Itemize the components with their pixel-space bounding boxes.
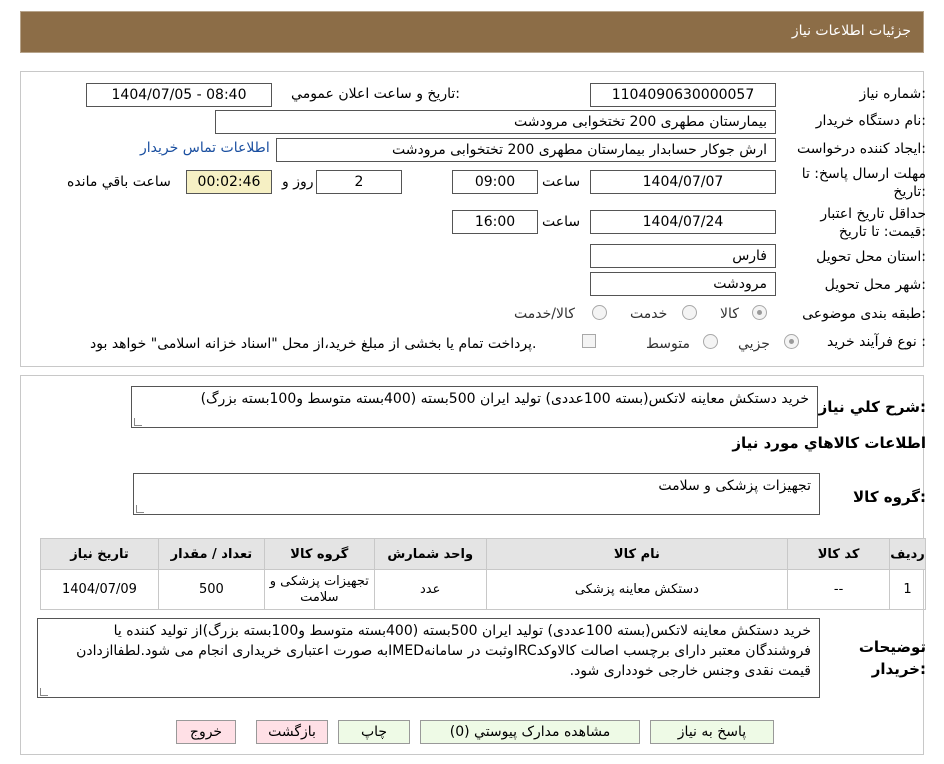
- buyer-notes-text: خريد دستکش معاينه لاتکس(بسته 100عددی) تو…: [76, 623, 811, 679]
- category-radio-goods-service[interactable]: [592, 305, 607, 320]
- need-summary-text: خريد دستکش معاينه لاتکس(بسته 100عددی) تو…: [200, 391, 809, 407]
- attachments-button[interactable]: مشاهده مدارک پيوستي (0): [420, 720, 640, 744]
- page-title: جزئيات اطلاعات نياز: [791, 23, 911, 39]
- buyer-org-field: بيمارستان مطهری 200 تختخوابی مرودشت: [215, 110, 776, 134]
- buyer-notes-label: توضيحات خريدار:: [858, 638, 926, 678]
- treasury-checkbox[interactable]: [582, 334, 596, 348]
- payment-note: پرداخت تمام يا بخشی از مبلغ خريد،از محل …: [90, 336, 537, 352]
- announce-datetime-label: تاريخ و ساعت اعلان عمومي:: [291, 86, 460, 102]
- exit-button[interactable]: خروج: [176, 720, 236, 744]
- process-radio-medium[interactable]: [703, 334, 718, 349]
- cell-group: تجهيزات پزشکی و سلامت: [263, 569, 375, 610]
- need-number-label: شماره نياز:: [859, 86, 926, 102]
- process-radio-minor[interactable]: [784, 334, 799, 349]
- print-button[interactable]: چاپ: [338, 720, 410, 744]
- reply-button[interactable]: پاسخ به نياز: [650, 720, 774, 744]
- city-field: مرودشت: [590, 272, 776, 296]
- remaining-label: ساعت باقي مانده: [67, 174, 171, 190]
- process-option-minor: جزيي: [738, 336, 770, 352]
- validity-time-field: 16:00: [452, 210, 538, 234]
- city-label: شهر محل تحويل:: [824, 277, 926, 293]
- category-option-goods: کالا: [720, 306, 739, 322]
- days-field: 2: [316, 170, 402, 194]
- col-date: تاريخ نياز: [40, 538, 159, 570]
- category-radio-service[interactable]: [682, 305, 697, 320]
- category-option-goods-service: کالا/خدمت: [514, 306, 575, 322]
- page-header: جزئيات اطلاعات نياز: [20, 11, 924, 53]
- cell-quantity: 500: [157, 569, 265, 610]
- cell-date: 1404/07/09: [40, 569, 159, 610]
- col-unit: واحد شمارش: [373, 538, 487, 570]
- cell-name: دستکش معاينه پزشکی: [485, 569, 789, 610]
- col-code: کد کالا: [787, 538, 891, 570]
- col-row: رديف: [889, 538, 926, 570]
- remaining-time-field: 00:02:46: [186, 170, 272, 194]
- resize-handle-icon[interactable]: [134, 418, 142, 426]
- table-header-row: رديف کد کالا نام کالا واحد شمارش گروه کا…: [40, 538, 926, 570]
- deadline-date-field: 1404/07/07: [590, 170, 776, 194]
- buyer-contact-link[interactable]: اطلاعات تماس خريدار: [140, 140, 270, 156]
- cell-code: --: [787, 569, 891, 610]
- category-option-service: خدمت: [630, 306, 668, 322]
- cell-unit: عدد: [373, 569, 487, 610]
- buyer-org-label: نام دستگاه خريدار:: [815, 113, 926, 129]
- col-name: نام کالا: [485, 538, 789, 570]
- deadline-time-label: ساعت: [542, 174, 581, 190]
- goods-group-field: تجهيزات پزشکی و سلامت: [133, 473, 820, 515]
- province-field: فارس: [590, 244, 776, 268]
- category-radio-goods[interactable]: [752, 305, 767, 320]
- resize-handle-icon[interactable]: [40, 688, 48, 696]
- process-label: نوع فرآيند خريد :: [827, 334, 926, 350]
- table-row: 1 -- دستکش معاينه پزشکی عدد تجهيزات پزشک…: [40, 569, 926, 610]
- validity-time-label: ساعت: [542, 214, 581, 230]
- category-label: طبقه بندی موضوعی:: [802, 306, 926, 322]
- col-quantity: تعداد / مقدار: [157, 538, 265, 570]
- goods-table: رديف کد کالا نام کالا واحد شمارش گروه کا…: [40, 538, 926, 610]
- need-number-field: 1104090630000057: [590, 83, 776, 107]
- need-summary-field: خريد دستکش معاينه لاتکس(بسته 100عددی) تو…: [131, 386, 818, 428]
- deadline-label: مهلت ارسال پاسخ: تا تاريخ:: [801, 166, 926, 200]
- buyer-notes-field: خريد دستکش معاينه لاتکس(بسته 100عددی) تو…: [37, 618, 820, 698]
- requester-label: ايجاد کننده درخواست:: [797, 141, 926, 157]
- cell-row: 1: [889, 569, 926, 610]
- deadline-time-field: 09:00: [452, 170, 538, 194]
- days-label: روز و: [282, 174, 314, 190]
- province-label: استان محل تحويل:: [816, 249, 926, 265]
- goods-info-title: اطلاعات کالاهاي مورد نياز: [732, 434, 926, 452]
- announce-datetime-field: 1404/07/05 - 08:40: [86, 83, 272, 107]
- resize-handle-icon[interactable]: [136, 505, 144, 513]
- col-group: گروه کالا: [263, 538, 375, 570]
- validity-label: حداقل تاريخ اعتبار قيمت: تا تاريخ:: [820, 206, 926, 240]
- goods-group-text: تجهيزات پزشکی و سلامت: [658, 478, 811, 494]
- goods-group-label: گروه کالا:: [853, 488, 926, 506]
- validity-date-field: 1404/07/24: [590, 210, 776, 234]
- requester-field: ارش جوکار حسابدار بيمارستان مطهری 200 تخ…: [276, 138, 776, 162]
- back-button[interactable]: بازگشت: [256, 720, 328, 744]
- need-summary-label: شرح کلي نياز:: [818, 398, 926, 416]
- process-option-medium: متوسط: [646, 336, 690, 352]
